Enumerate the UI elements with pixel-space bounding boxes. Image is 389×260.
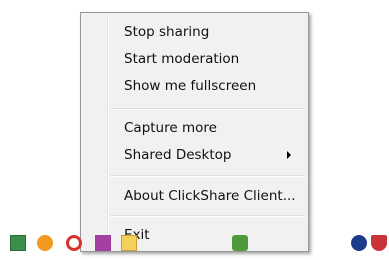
menu-item-label: About ClickShare Client...: [124, 188, 296, 204]
bluetooth-icon[interactable]: [351, 235, 367, 251]
menu-item-label: Capture more: [124, 120, 217, 136]
menu-item-capture-more[interactable]: Capture more: [84, 117, 305, 139]
menu-item-about[interactable]: About ClickShare Client...: [84, 185, 305, 207]
yellow-folder-icon[interactable]: [121, 235, 137, 251]
purple-app-icon[interactable]: [95, 235, 111, 251]
menu-separator: [110, 108, 305, 110]
clickshare-tray-icon[interactable]: [10, 235, 26, 251]
menu-item-shared-desktop[interactable]: Shared Desktop: [84, 144, 305, 166]
shield-icon[interactable]: [371, 235, 387, 251]
orange-circle-icon[interactable]: [37, 235, 53, 251]
menu-item-label: Show me fullscreen: [124, 78, 257, 94]
taskbar-tray: [0, 232, 389, 260]
menu-separator: [110, 215, 305, 217]
menu-item-label: Start moderation: [124, 51, 240, 67]
menu-separator: [110, 175, 305, 177]
submenu-arrow-icon: [287, 151, 291, 159]
network-icon[interactable]: [232, 235, 248, 251]
menu-item-label: Shared Desktop: [124, 147, 232, 163]
menu-item-show-fullscreen[interactable]: Show me fullscreen: [84, 75, 305, 97]
context-menu: Stop sharing Start moderation Show me fu…: [80, 12, 309, 252]
menu-item-stop-sharing[interactable]: Stop sharing: [84, 21, 305, 43]
menu-item-label: Stop sharing: [124, 24, 210, 40]
menu-item-start-moderation[interactable]: Start moderation: [84, 48, 305, 70]
red-ring-icon[interactable]: [66, 235, 82, 251]
